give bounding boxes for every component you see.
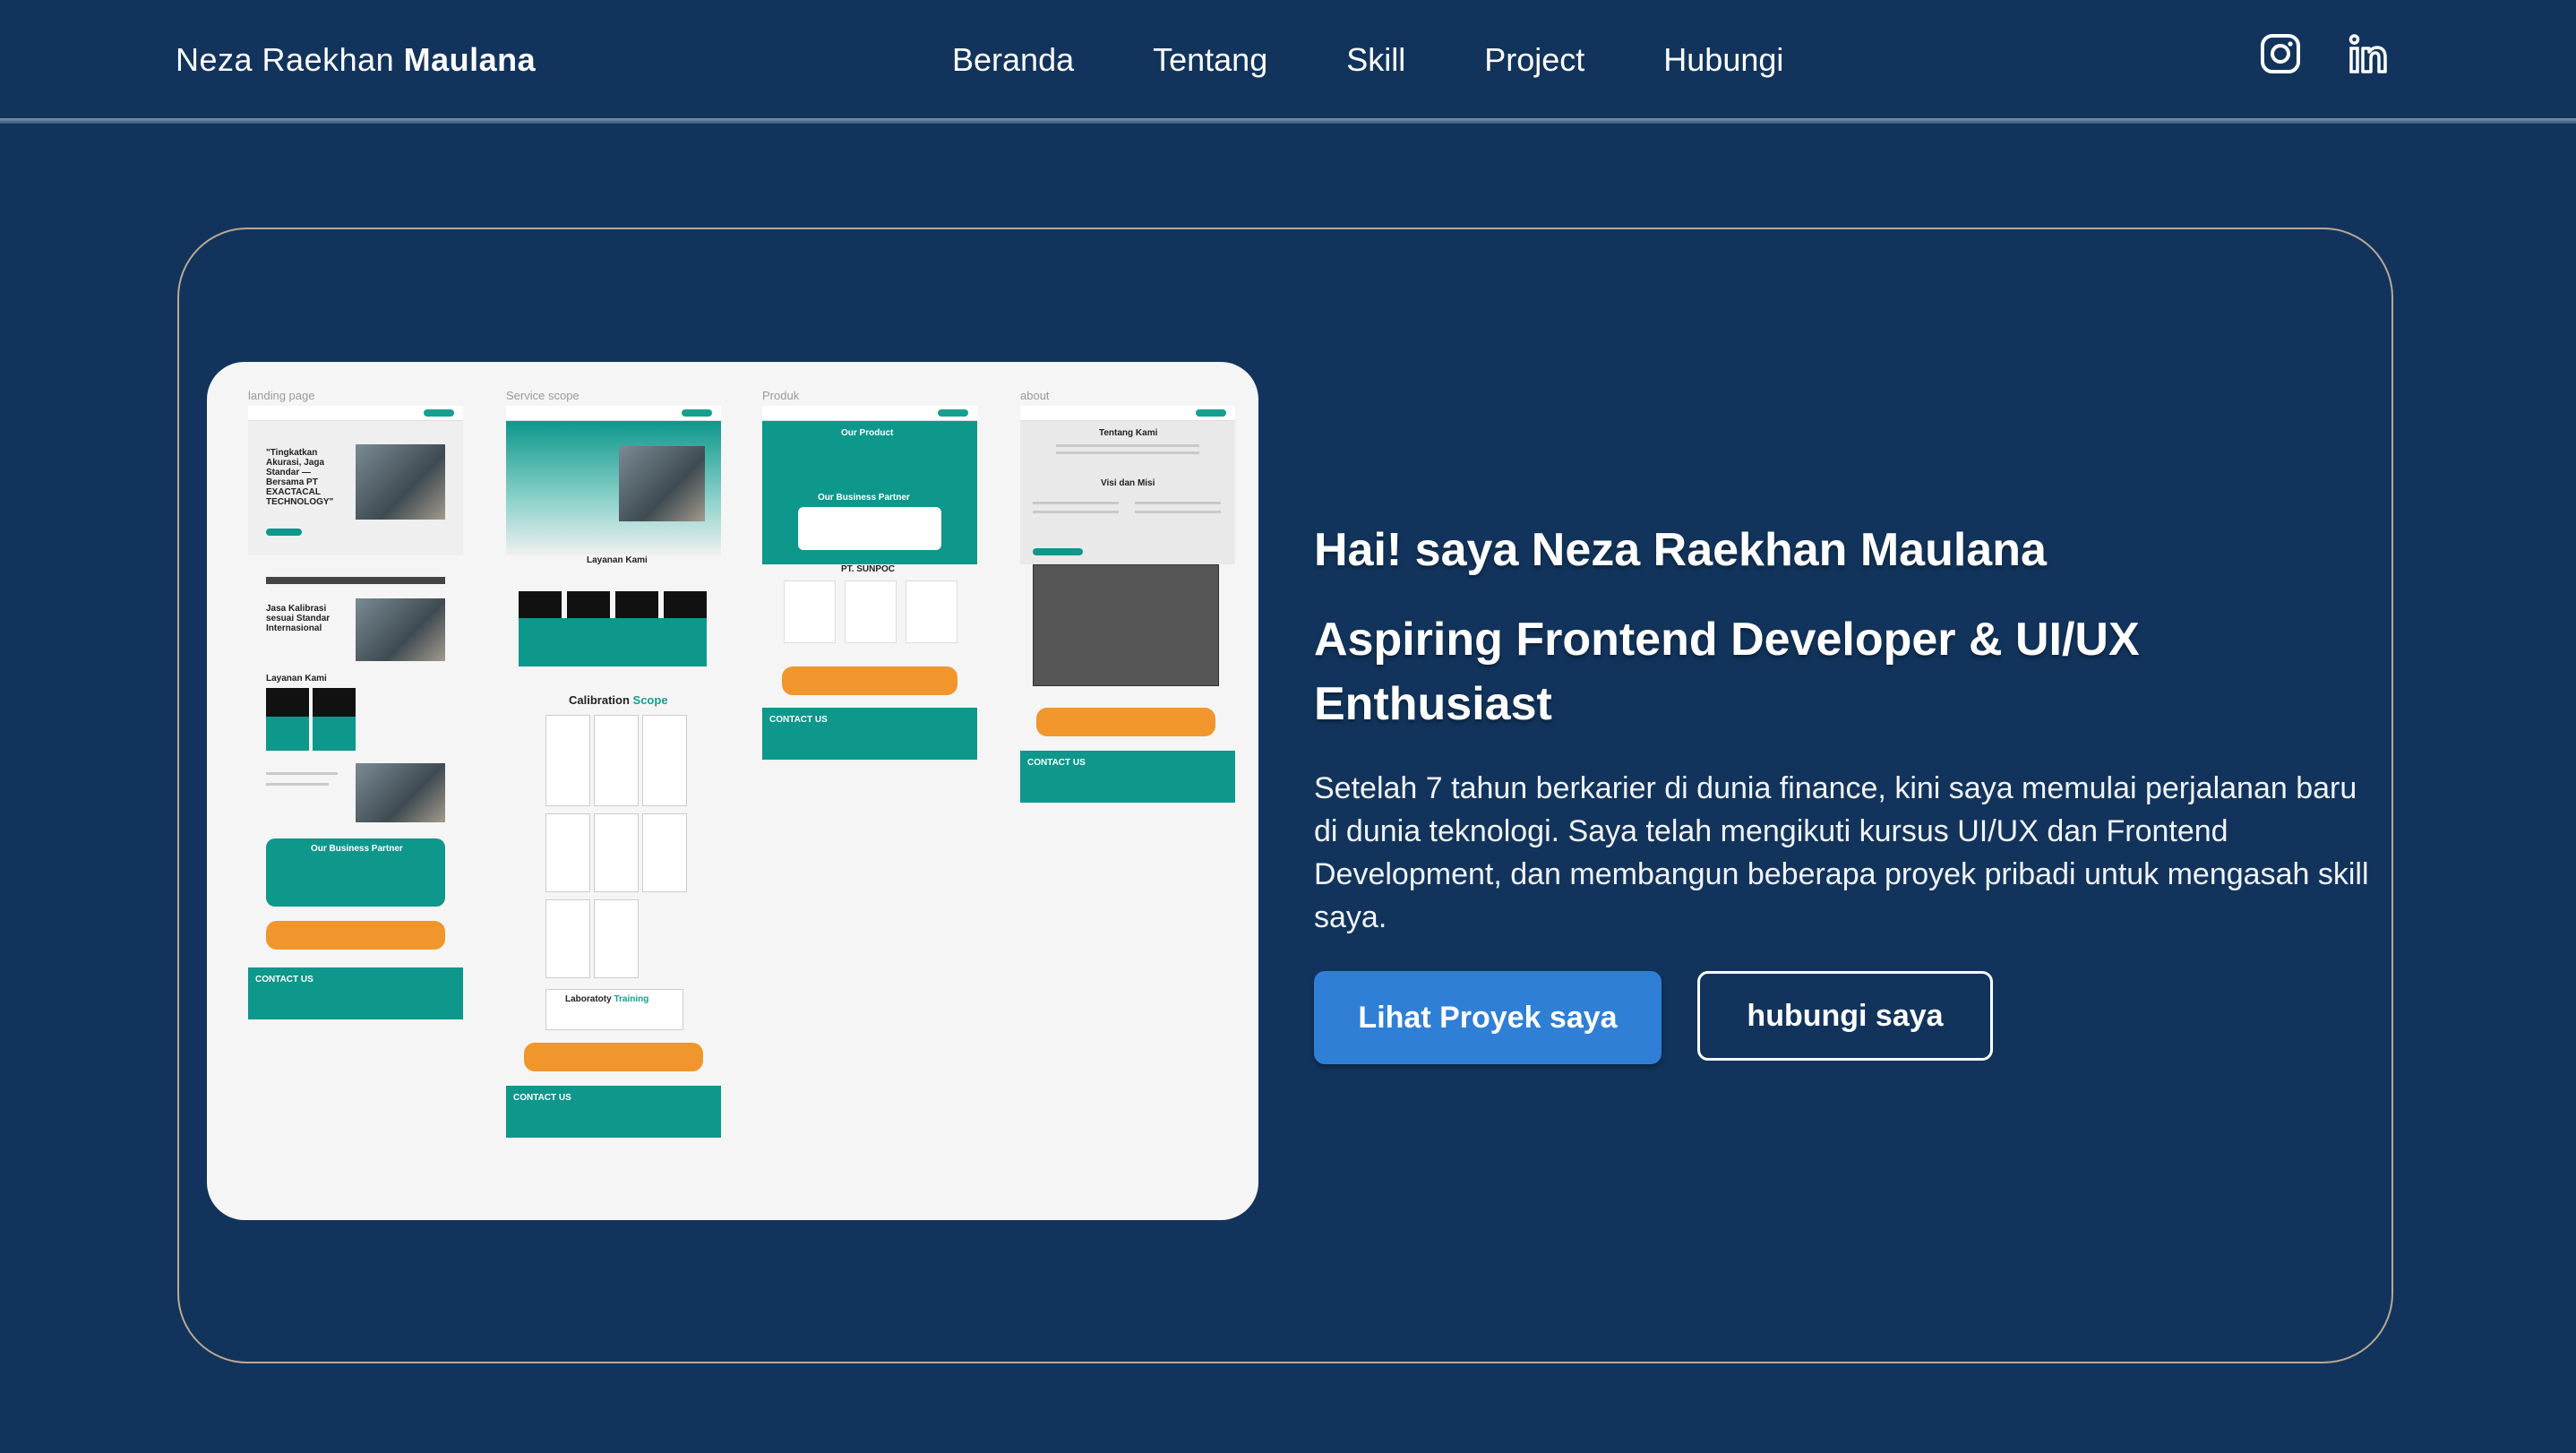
navbar-divider (0, 118, 2576, 124)
main-menu: Beranda Tentang Skill Project Hubungi (952, 41, 1862, 79)
mini-navbar (506, 406, 721, 421)
hero-greeting: Hai! saya Neza Raekhan Maulana (1314, 524, 2047, 576)
preview-landing-page: landing page "Tingkatkan Akurasi, Jaga S… (248, 389, 463, 1019)
hero-actions: Lihat Proyek saya hubungi saya (1314, 971, 2371, 1064)
preview-calibration: Calibration Scope (569, 693, 668, 707)
hero-description: Setelah 7 tahun berkarier di dunia finan… (1314, 771, 2369, 934)
instagram-icon[interactable] (2259, 32, 2302, 75)
project-preview-image: landing page "Tingkatkan Akurasi, Jaga S… (207, 362, 1258, 1220)
brand-first: Neza Raekhan (176, 41, 404, 78)
preview-visi: Visi dan Misi (1101, 478, 1155, 488)
preview-footer-4: CONTACT US (1020, 751, 1235, 803)
preview-label: about (1020, 389, 1050, 402)
preview-produk: Produk Our Product Our Business Partner … (762, 389, 977, 760)
preview-about: about Tentang Kami Visi dan Misi CONTACT… (1020, 389, 1235, 803)
linkedin-icon[interactable] (2347, 32, 2390, 75)
preview-our-product: Our Product (841, 428, 894, 438)
brand-last: Maulana (403, 41, 537, 78)
hero-role: Aspiring Frontend Developer & UI/UX Enth… (1314, 614, 2140, 730)
mini-navbar (1020, 406, 1235, 421)
preview-footer-2: CONTACT US (506, 1086, 721, 1138)
nav-hubungi[interactable]: Hubungi (1663, 41, 1783, 79)
contact-me-button[interactable]: hubungi saya (1697, 971, 1993, 1061)
nav-project[interactable]: Project (1484, 41, 1584, 79)
preview-footer-3: CONTACT US (762, 708, 977, 760)
preview-tentang: Tentang Kami (1099, 428, 1158, 438)
nav-beranda[interactable]: Beranda (952, 41, 1074, 79)
preview-label: Produk (762, 389, 800, 402)
preview-footer: CONTACT US (248, 967, 463, 1019)
nav-skill[interactable]: Skill (1346, 41, 1405, 79)
view-projects-button[interactable]: Lihat Proyek saya (1314, 971, 1662, 1064)
preview-layanan: Layanan Kami (266, 674, 327, 684)
hero-intro: Hai! saya Neza Raekhan Maulana Aspiring … (1314, 523, 2371, 1064)
social-links (2259, 32, 2390, 75)
preview-business-partner: Our Business Partner (311, 844, 403, 854)
preview-label: landing page (248, 389, 315, 402)
brand-logo[interactable]: Neza Raekhan Maulana (176, 41, 536, 79)
preview-laboratory: Laboratoty Training (565, 994, 649, 1004)
nav-tentang[interactable]: Tentang (1153, 41, 1267, 79)
preview-pt-sunpoc: PT. SUNPOC (841, 564, 896, 574)
navbar: Neza Raekhan Maulana Beranda Tentang Ski… (0, 0, 2576, 118)
mini-navbar (762, 406, 977, 421)
mini-navbar (248, 406, 463, 421)
preview-service-scope: Service scope Layanan Kami Calibration S… (506, 389, 721, 1138)
preview-layanan-2: Layanan Kami (587, 555, 648, 565)
preview-headline: "Tingkatkan Akurasi, Jaga Standar — Bers… (266, 448, 334, 507)
preview-label: Service scope (506, 389, 580, 402)
preview-business-partner-2: Our Business Partner (818, 493, 910, 503)
preview-service-title: Jasa Kalibrasi sesuai Standar Internasio… (266, 604, 331, 633)
